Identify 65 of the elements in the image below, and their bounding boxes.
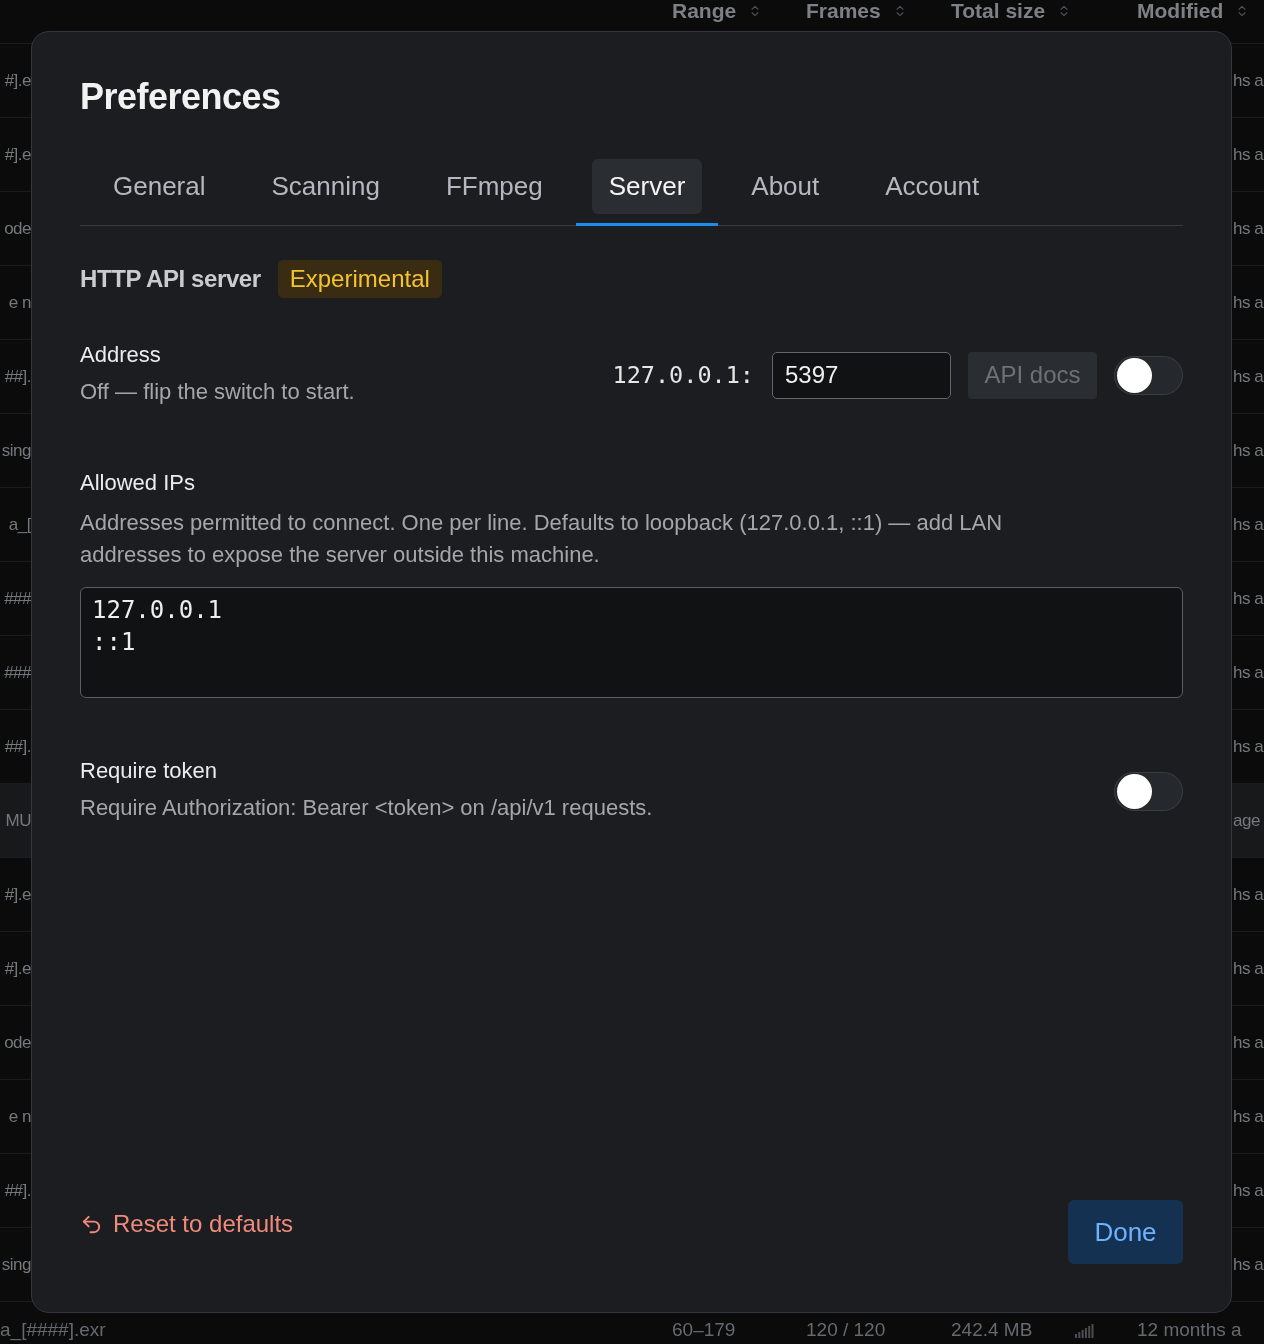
file-name: a_[####].exr xyxy=(0,1320,107,1340)
tab[interactable]: General xyxy=(80,159,239,226)
modified-time: hs a xyxy=(1233,440,1264,461)
tab[interactable]: FFmpeg xyxy=(412,159,576,226)
done-button[interactable]: Done xyxy=(1068,1200,1183,1264)
file-name: ##]. xyxy=(4,366,31,387)
port-input[interactable]: 5397 xyxy=(772,351,951,399)
file-name: ode xyxy=(4,218,31,239)
experimental-badge: Experimental xyxy=(277,260,442,298)
modified-time: hs a xyxy=(1233,736,1264,757)
modified-time: hs a xyxy=(1233,1180,1264,1201)
file-name: #].e xyxy=(4,884,31,905)
modified-time: hs a xyxy=(1233,1032,1264,1053)
file-name: ##]. xyxy=(4,736,31,757)
file-name: a_[ xyxy=(8,514,31,535)
modified-time: hs a xyxy=(1233,514,1264,535)
file-name: e n xyxy=(8,292,31,313)
file-name: ##]. xyxy=(4,1180,31,1201)
modified-time: hs a xyxy=(1233,144,1264,165)
modified-time: hs a xyxy=(1233,1106,1264,1127)
modified-time: hs a xyxy=(1233,588,1264,609)
column-header[interactable]: Range xyxy=(672,0,737,22)
column-header[interactable]: Modified xyxy=(1137,0,1224,22)
allowed-ips-field[interactable]: 127.0.0.1 ::1 xyxy=(80,587,1183,698)
bars-icon xyxy=(1075,1322,1095,1338)
file-name: sing xyxy=(1,440,31,461)
modified-time: hs a xyxy=(1233,958,1264,979)
file-name: ### xyxy=(4,662,31,683)
modified-time: hs a xyxy=(1233,218,1264,239)
file-name: MU xyxy=(5,810,31,831)
modified-time: 12 months a xyxy=(1137,1320,1243,1340)
setting-description: Addresses permitted to connect. One per line. Defaults to loopback (127.0.0.1, ::1) — add LAN addresses to expose the server outside this machine. xyxy=(80,509,1004,569)
file-name: ### xyxy=(4,588,31,609)
setting-label: Address xyxy=(80,342,162,368)
file-name: #].e xyxy=(4,144,31,165)
column-header[interactable]: Total size xyxy=(951,0,1046,22)
file-name: sing xyxy=(1,1254,31,1275)
host-address: 127.0.0.1: xyxy=(612,361,754,389)
total-size: 242.4 MB xyxy=(951,1320,1034,1340)
setting-description: Require Authorization: Bearer <token> on /api/v1 requests. xyxy=(80,794,653,822)
tab[interactable]: Scanning xyxy=(238,159,413,226)
modified-time: hs a xyxy=(1233,70,1264,91)
modified-time: hs a xyxy=(1233,292,1264,313)
toggle-switch[interactable] xyxy=(1114,771,1183,811)
setting-label: Require token xyxy=(80,758,218,784)
setting-description: Off — flip the switch to start. xyxy=(80,378,355,406)
modified-time: hs a xyxy=(1233,366,1264,387)
dialog-title: Preferences xyxy=(80,75,282,119)
section-title: HTTP API server xyxy=(80,265,261,293)
tab[interactable]: About xyxy=(718,159,853,226)
modified-time: age xyxy=(1233,810,1260,831)
file-name: #].e xyxy=(4,70,31,91)
file-name: #].e xyxy=(4,958,31,979)
frame-range: 60–179 xyxy=(672,1320,737,1340)
setting-label: Allowed IPs xyxy=(80,470,196,496)
modified-time: hs a xyxy=(1233,884,1264,905)
tab[interactable]: Account xyxy=(852,159,1013,226)
modified-time: hs a xyxy=(1233,662,1264,683)
file-name: ode xyxy=(4,1032,31,1053)
modified-time: hs a xyxy=(1233,1254,1264,1275)
column-header[interactable]: Frames xyxy=(806,0,881,22)
file-name: e n xyxy=(8,1106,31,1127)
toggle-switch[interactable] xyxy=(1114,355,1183,395)
frame-count: 120 / 120 xyxy=(806,1320,887,1340)
reset-link[interactable]: Reset to defaults xyxy=(80,1210,294,1238)
